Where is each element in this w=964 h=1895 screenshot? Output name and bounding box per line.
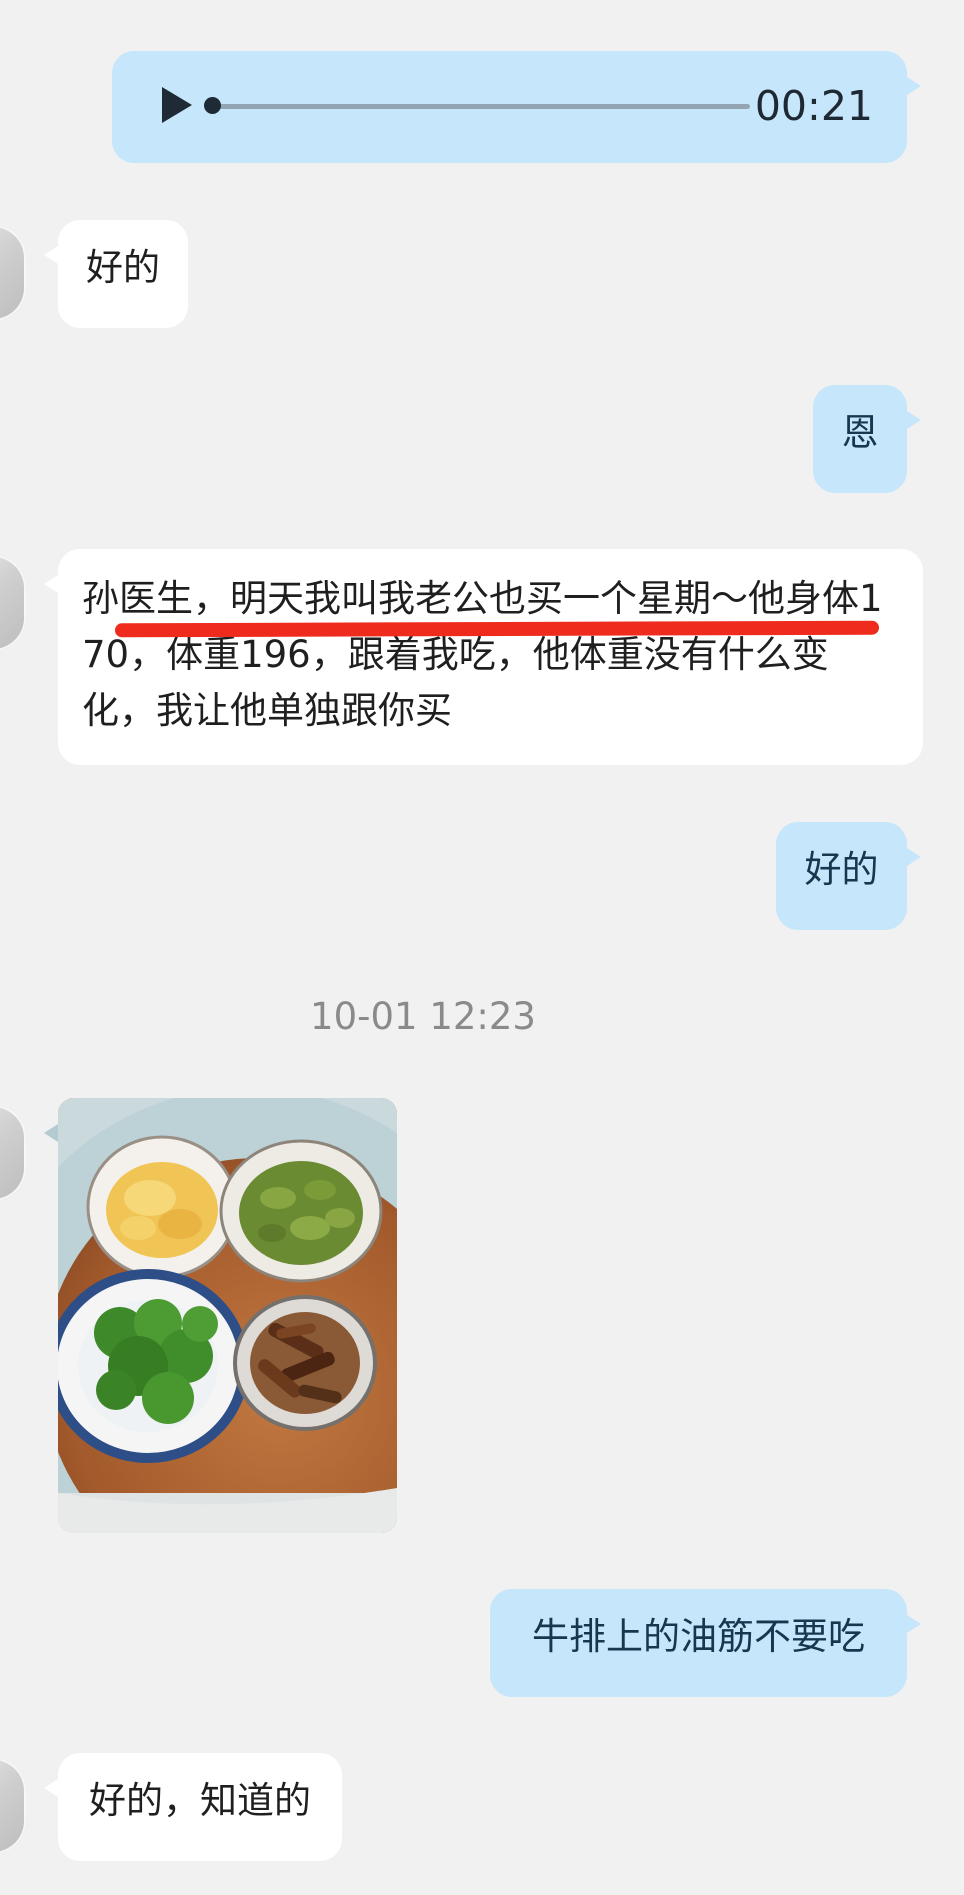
- message-text: 好的，知道的: [89, 1779, 311, 1822]
- incoming-message[interactable]: 好的，知道的: [44, 1753, 342, 1861]
- photo-bubble-tail: [44, 1124, 58, 1142]
- outgoing-message[interactable]: 恩: [813, 385, 921, 493]
- food-photo-image: [58, 1098, 397, 1533]
- message-text: 好的: [804, 848, 879, 891]
- contact-avatar[interactable]: [0, 555, 26, 651]
- contact-avatar[interactable]: [0, 225, 26, 321]
- contact-avatar[interactable]: [0, 1758, 26, 1854]
- play-icon[interactable]: [162, 87, 192, 123]
- message-text: 恩: [841, 411, 879, 454]
- voice-progress-knob[interactable]: [204, 97, 221, 114]
- message-text: 牛排上的油筋不要吃: [532, 1615, 865, 1658]
- incoming-message[interactable]: 好的: [44, 220, 188, 328]
- voice-duration: 00:21: [754, 82, 873, 130]
- food-photo[interactable]: [58, 1098, 397, 1533]
- incoming-message[interactable]: 孙医生，明天我叫我老公也买一个星期～他身体170，体重196，跟着我吃，他体重没…: [44, 549, 923, 765]
- voice-progress-track[interactable]: [212, 104, 750, 109]
- voice-message-bubble[interactable]: 00:21: [112, 51, 921, 163]
- outgoing-message[interactable]: 好的: [776, 822, 921, 930]
- message-text: 孙医生，明天我叫我老公也买一个星期～他身体170，体重196，跟着我吃，他体重没…: [82, 577, 883, 732]
- red-underline-highlight: [114, 620, 880, 638]
- message-timestamp: 10-01 12:23: [310, 995, 536, 1038]
- contact-avatar[interactable]: [0, 1105, 26, 1201]
- message-text: 好的: [86, 246, 160, 289]
- outgoing-message[interactable]: 牛排上的油筋不要吃: [490, 1589, 921, 1697]
